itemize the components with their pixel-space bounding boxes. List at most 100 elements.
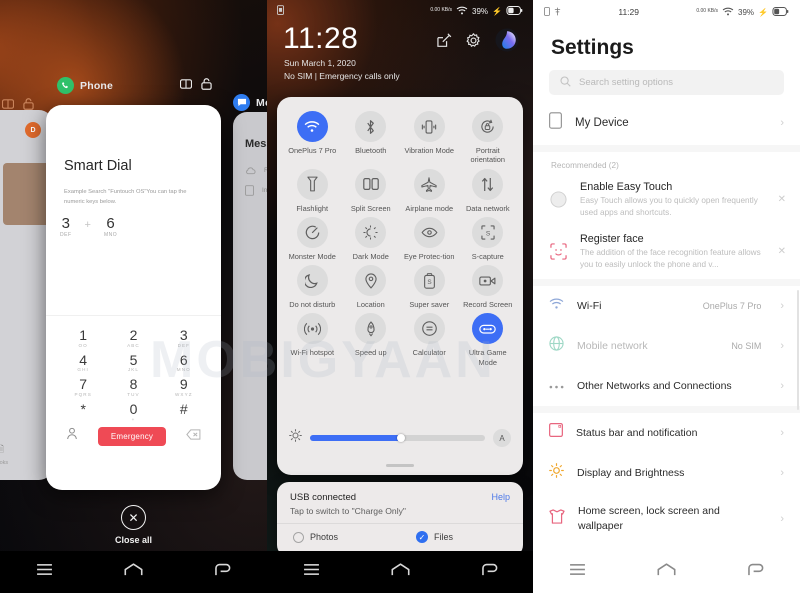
back-icon[interactable] [481,563,498,582]
close-circle-icon[interactable]: ✕ [121,505,146,530]
usb-option-photos[interactable]: Photos [277,524,400,543]
split-screen-icon[interactable] [179,79,193,92]
eye-protection-icon[interactable] [413,216,445,248]
dial-key[interactable]: 3 DEF [159,328,209,348]
bluetooth-icon[interactable] [355,111,387,142]
quick-tile[interactable]: Eye Protec-tion [400,214,459,261]
quick-tile[interactable]: Location [342,262,401,309]
dial-key[interactable]: 1 OO [58,328,108,348]
gamepad-icon[interactable] [472,313,504,345]
recommended-section-title: Recommended (2) [551,161,619,170]
brightness-knob[interactable] [397,434,405,442]
home-icon[interactable] [657,562,676,582]
quick-tile[interactable]: Flashlight [283,166,342,213]
dial-key[interactable]: 9 WXYZ [159,377,209,397]
auto-brightness-toggle[interactable]: A [493,429,511,447]
split-screen-icon[interactable] [355,168,387,200]
dial-key[interactable]: 8 TUV [108,377,158,397]
vibration-icon[interactable] [413,111,445,142]
quick-tile[interactable]: Do not disturb [283,262,342,309]
close-icon[interactable]: ✕ [774,246,786,257]
dial-key[interactable]: 5 JKL [108,352,158,372]
dial-key[interactable]: 7 PQRS [58,377,108,397]
back-icon[interactable] [747,563,764,582]
search-input[interactable]: Search setting options [549,70,784,95]
radio-selected-icon[interactable]: ✓ [416,531,428,543]
usb-option-files[interactable]: ✓ Files [400,524,523,543]
screenshot-icon[interactable]: S [472,216,504,248]
dial-key-digit: 7 [79,376,88,393]
gear-icon[interactable] [466,32,481,53]
record-screen-icon[interactable] [472,265,504,296]
quick-tile[interactable]: Record Screen [459,262,518,309]
radio-unselected-icon[interactable] [293,531,304,543]
moon-icon[interactable] [296,265,328,296]
close-icon[interactable]: ✕ [774,194,786,205]
home-icon[interactable] [390,562,410,582]
dial-key[interactable]: 4 GHI [58,352,108,372]
rotation-lock-icon[interactable] [472,111,504,142]
quick-tile[interactable]: Dark Mode [342,214,401,261]
recents-icon[interactable] [303,563,320,581]
dial-key[interactable]: * [58,402,108,422]
theme-orb-icon[interactable] [495,28,519,57]
backspace-icon[interactable] [186,427,201,445]
location-pin-icon[interactable] [355,265,387,296]
usb-notification[interactable]: USB connected Tap to switch to "Charge O… [277,482,523,557]
dial-key[interactable]: # [159,402,209,422]
quick-tile[interactable]: Bluetooth [342,108,401,165]
home-icon[interactable] [124,562,143,582]
settings-row-wifi[interactable]: Wi-Fi OnePlus 7 Pro › [533,286,800,326]
contacts-icon[interactable] [66,427,78,445]
quick-tile[interactable]: Speed up [342,310,401,367]
quick-tile[interactable]: Ultra Game Mode [459,310,518,367]
quick-tile[interactable]: Airplane mode [400,166,459,213]
close-all-button[interactable]: ✕ Close all [0,505,267,545]
calculator-icon[interactable] [413,313,445,345]
quick-tile[interactable]: Vibration Mode [400,108,459,165]
dial-key[interactable]: 0 + [108,402,158,422]
monster-mode-icon[interactable] [296,216,328,248]
brightness-track[interactable] [310,434,485,442]
quick-tile[interactable]: Portrait orientation [459,108,518,165]
quick-tile[interactable]: Monster Mode [283,214,342,261]
settings-row-display-brightness[interactable]: Display and Brightness › [533,453,800,493]
dialpad[interactable]: 1 OO 2 ABC 3 DEF 4 GHI 5 JKL 6 MNO 7 PQRS 8 TUV 9 WXYZ * 0 +… [46,322,221,422]
quick-tile[interactable]: Calculator [400,310,459,367]
quick-tile[interactable]: Data network [459,166,518,213]
dial-key[interactable]: 6 MNO [159,352,209,372]
battery-saver-icon[interactable]: S [413,265,445,296]
dark-mode-icon[interactable] [355,216,387,248]
shade-drag-handle[interactable] [386,464,414,467]
settings-scrollbar[interactable] [797,290,799,410]
dial-key[interactable]: 2 ABC [108,328,158,348]
rocket-icon[interactable] [355,313,387,345]
edit-icon[interactable] [437,32,452,53]
settings-row-my-device[interactable]: My Device › [533,101,800,145]
recents-icon[interactable] [569,563,586,581]
brightness-slider-row[interactable]: A [277,423,523,453]
emergency-button[interactable]: Emergency [97,426,167,446]
wifi-icon[interactable] [296,111,328,142]
back-icon[interactable] [214,563,231,582]
quick-tile[interactable]: S Super saver [400,262,459,309]
settings-row-status-bar[interactable]: Status bar and notification › [533,413,800,453]
recents-card-right[interactable]: Messa Rest Imp [233,112,267,480]
airplane-icon[interactable] [413,168,445,200]
recents-card-phone[interactable]: Smart Dial Example Search "Funtouch OS"Y… [46,105,221,490]
settings-row-home-screen[interactable]: Home screen, lock screen and wallpaper › [533,493,800,545]
flashlight-icon[interactable] [296,168,328,200]
settings-row-mobile-network[interactable]: Mobile network No SIM › [533,326,800,366]
lock-icon[interactable] [201,78,212,93]
hotspot-icon[interactable] [296,313,328,345]
quick-tile[interactable]: OnePlus 7 Pro [283,108,342,165]
data-network-icon[interactable] [472,168,504,200]
recommendation-register-face[interactable]: Register face The addition of the face r… [533,227,800,279]
quick-tile[interactable]: S S-capture [459,214,518,261]
quick-tile[interactable]: Split Screen [342,166,401,213]
recommendation-easy-touch[interactable]: Enable Easy Touch Easy Touch allows you … [533,175,800,227]
settings-row-other-networks[interactable]: Other Networks and Connections › [533,366,800,406]
usb-help-link[interactable]: Help [491,492,510,502]
recents-icon[interactable] [36,563,53,581]
quick-tile[interactable]: Wi-Fi hotspot [283,310,342,367]
